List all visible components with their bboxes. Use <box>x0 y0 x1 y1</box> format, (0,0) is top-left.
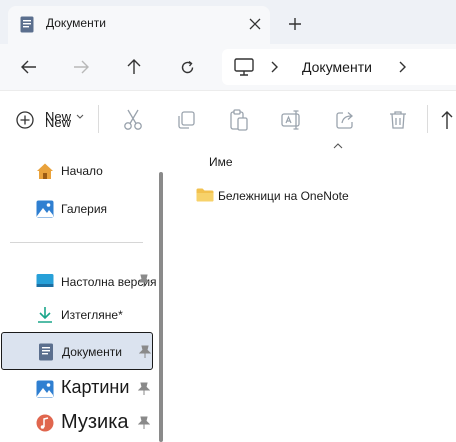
sidebar-item-label: Музика <box>61 411 129 433</box>
new-button[interactable]: New New <box>16 109 90 133</box>
share-icon <box>336 112 353 129</box>
sort-button[interactable] <box>438 109 456 131</box>
download-icon <box>38 307 52 323</box>
music-icon <box>36 414 54 432</box>
documents-icon <box>39 343 53 361</box>
divider <box>10 242 143 243</box>
sidebar-item-label: Начало <box>61 164 103 178</box>
pin-icon[interactable] <box>138 382 150 396</box>
divider <box>427 105 428 133</box>
copy-button[interactable] <box>175 109 197 131</box>
refresh-icon <box>181 60 193 73</box>
new-button-label: New New <box>45 109 72 130</box>
sidebar-item-label: Изтегляне* <box>61 308 123 322</box>
sidebar-item-documents[interactable]: Документи <box>1 332 153 370</box>
chevron-down-icon <box>76 114 84 119</box>
navigation-pane: Начало Галерия Настолна версия Изтегляне… <box>0 146 170 442</box>
sidebar-item-label: Картини <box>61 377 130 397</box>
folder-icon <box>196 188 214 202</box>
address-bar[interactable]: Документи <box>222 49 456 85</box>
file-name: Бележници на OneNote <box>218 189 349 203</box>
forward-button[interactable] <box>66 52 96 82</box>
sidebar-item-desktop[interactable]: Настолна версия <box>0 262 157 300</box>
pin-icon[interactable] <box>138 274 150 288</box>
cut-button[interactable] <box>122 109 144 131</box>
navigation-bar: Документи <box>0 44 456 90</box>
add-circle-icon <box>16 111 34 129</box>
rename-button[interactable] <box>281 109 303 131</box>
delete-icon <box>390 111 406 129</box>
gallery-icon <box>36 200 54 218</box>
tab-documents[interactable]: Документи <box>8 6 270 44</box>
pin-icon[interactable] <box>138 416 150 430</box>
address-segment-documents[interactable]: Документи <box>302 59 372 75</box>
sidebar-item-music[interactable]: Музика <box>0 404 153 442</box>
desktop-icon <box>36 274 54 287</box>
sidebar-item-downloads[interactable]: Изтегляне* <box>0 296 153 334</box>
share-button[interactable] <box>334 109 356 131</box>
back-button[interactable] <box>14 52 44 82</box>
arrow-up-icon <box>127 59 141 74</box>
plus-icon <box>289 18 301 30</box>
chevron-right-icon[interactable] <box>270 61 278 73</box>
copy-icon <box>178 111 195 129</box>
divider <box>98 105 99 133</box>
new-tab-button[interactable] <box>284 13 306 35</box>
arrow-left-icon <box>21 60 36 74</box>
rename-icon <box>281 110 300 130</box>
this-pc-icon[interactable] <box>234 58 254 76</box>
sidebar-item-label: Документи <box>62 345 122 359</box>
pin-icon[interactable] <box>139 345 151 359</box>
sort-icon <box>441 111 453 129</box>
tab-title: Документи <box>46 16 106 30</box>
documents-icon <box>20 16 34 33</box>
refresh-button[interactable] <box>172 52 202 82</box>
home-icon <box>37 163 53 179</box>
arrow-right-icon <box>74 60 89 74</box>
sidebar-item-gallery[interactable]: Галерия <box>0 190 153 228</box>
file-list: Име Бележници на OneNote <box>170 143 456 442</box>
chevron-right-icon[interactable] <box>398 61 406 73</box>
sidebar-scrollbar[interactable] <box>159 172 163 442</box>
cut-icon <box>124 109 142 130</box>
column-header-name[interactable]: Име <box>209 155 233 169</box>
sidebar-item-home[interactable]: Начало <box>0 152 153 190</box>
pictures-icon <box>36 380 54 398</box>
up-button[interactable] <box>119 52 149 82</box>
sort-ascending-icon <box>333 143 343 149</box>
close-icon <box>249 18 261 30</box>
close-tab-button[interactable] <box>244 13 266 35</box>
list-item[interactable]: Бележници на OneNote <box>194 184 444 208</box>
paste-icon <box>230 109 248 131</box>
sidebar-item-pictures[interactable]: Картини <box>0 370 153 408</box>
paste-button[interactable] <box>228 109 250 131</box>
delete-button[interactable] <box>387 109 409 131</box>
command-bar: New New <box>0 90 456 146</box>
sidebar-item-label: Галерия <box>61 202 108 216</box>
tab-strip: Документи <box>0 0 456 44</box>
